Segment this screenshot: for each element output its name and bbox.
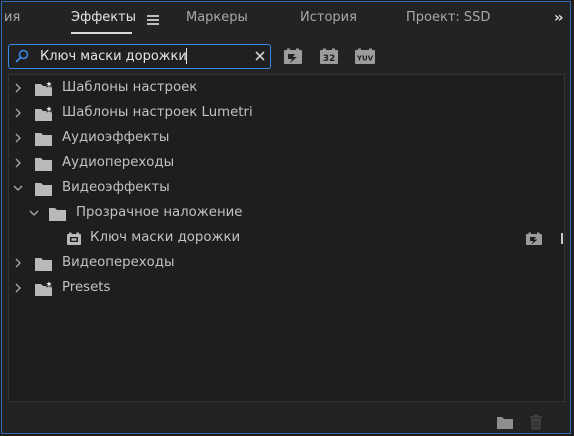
tree-item-lumetri-presets[interactable]: Шаблоны настроек Lumetri — [9, 101, 564, 126]
tab-media-browser[interactable]: ия — [4, 10, 20, 25]
accelerated-effects-icon[interactable] — [282, 47, 304, 67]
tree-item-video-transitions[interactable]: Видеопереходы — [9, 251, 564, 276]
tree-item-track-matte-key[interactable]: Ключ маски дорожки — [9, 226, 564, 251]
preset-bin-icon — [35, 280, 54, 296]
trash-icon[interactable] — [527, 414, 545, 430]
tree-item-audio-transitions[interactable]: Аудиопереходы — [9, 151, 564, 176]
column-divider — [561, 233, 563, 244]
search-icon — [15, 49, 29, 63]
tree-item-label: Видеопереходы — [62, 255, 175, 270]
tree-item-video-effects[interactable]: Видеоэффекты — [9, 176, 564, 201]
preset-bin-icon — [35, 105, 54, 121]
tab-markers[interactable]: Маркеры — [186, 10, 248, 25]
text-caret — [186, 48, 187, 64]
tree-item-label: Presets — [62, 280, 111, 295]
tree-item-keying[interactable]: Прозрачное наложение — [9, 201, 564, 226]
panel-tab-bar: ия Эффекты Маркеры История Проект: SSD ›… — [2, 2, 570, 38]
tree-item-label: Видеоэффекты — [62, 180, 170, 195]
active-tab-indicator — [71, 32, 132, 34]
chevron-right-icon[interactable] — [13, 158, 23, 168]
tab-history[interactable]: История — [300, 10, 357, 25]
tree-item-label: Прозрачное наложение — [76, 205, 243, 220]
panel-menu-icon[interactable] — [147, 15, 159, 25]
preset-bin-icon — [35, 80, 54, 96]
folder-icon — [35, 258, 52, 271]
32-bit-label: 32 — [323, 54, 336, 64]
effect-icon — [67, 232, 81, 245]
effects-panel: ия Эффекты Маркеры История Проект: SSD ›… — [1, 1, 571, 434]
chevron-down-icon[interactable] — [13, 183, 23, 193]
new-bin-icon[interactable] — [496, 414, 514, 430]
folder-icon — [35, 158, 52, 171]
chevron-right-icon[interactable] — [13, 83, 23, 93]
tree-item-label: Шаблоны настроек — [62, 80, 198, 95]
chevron-right-icon[interactable] — [13, 258, 23, 268]
tab-overflow-icon[interactable]: ›› — [554, 10, 563, 26]
chevron-right-icon[interactable] — [13, 283, 23, 293]
tree-item-label: Аудиопереходы — [62, 155, 175, 170]
tab-project[interactable]: Проект: SSD — [406, 10, 490, 25]
clear-search-icon[interactable] — [253, 49, 267, 63]
folder-icon — [35, 183, 52, 196]
search-field[interactable] — [8, 44, 271, 69]
yuv-label: YUV — [356, 55, 374, 63]
chevron-down-icon[interactable] — [29, 208, 39, 218]
32-bit-color-icon[interactable]: 32 — [318, 47, 340, 67]
folder-icon — [35, 133, 52, 146]
search-input[interactable] — [40, 47, 240, 65]
tree-item-label: Ключ маски дорожки — [90, 230, 241, 245]
tab-effects[interactable]: Эффекты — [71, 10, 136, 25]
yuv-effects-icon[interactable]: YUV — [354, 47, 376, 67]
folder-icon — [49, 208, 66, 221]
effects-tree[interactable]: Шаблоны настроек Шаблоны настроек Lumetr… — [8, 74, 565, 402]
tree-item-presets[interactable]: Шаблоны настроек — [9, 76, 564, 101]
accelerated-effect-badge-icon — [526, 232, 542, 245]
tree-item-label: Шаблоны настроек Lumetri — [62, 105, 253, 120]
tree-item-audio-effects[interactable]: Аудиоэффекты — [9, 126, 564, 151]
tree-item-label: Аудиоэффекты — [62, 130, 170, 145]
tree-item-presets-bin[interactable]: Presets — [9, 276, 564, 301]
chevron-right-icon[interactable] — [13, 108, 23, 118]
chevron-right-icon[interactable] — [13, 133, 23, 143]
